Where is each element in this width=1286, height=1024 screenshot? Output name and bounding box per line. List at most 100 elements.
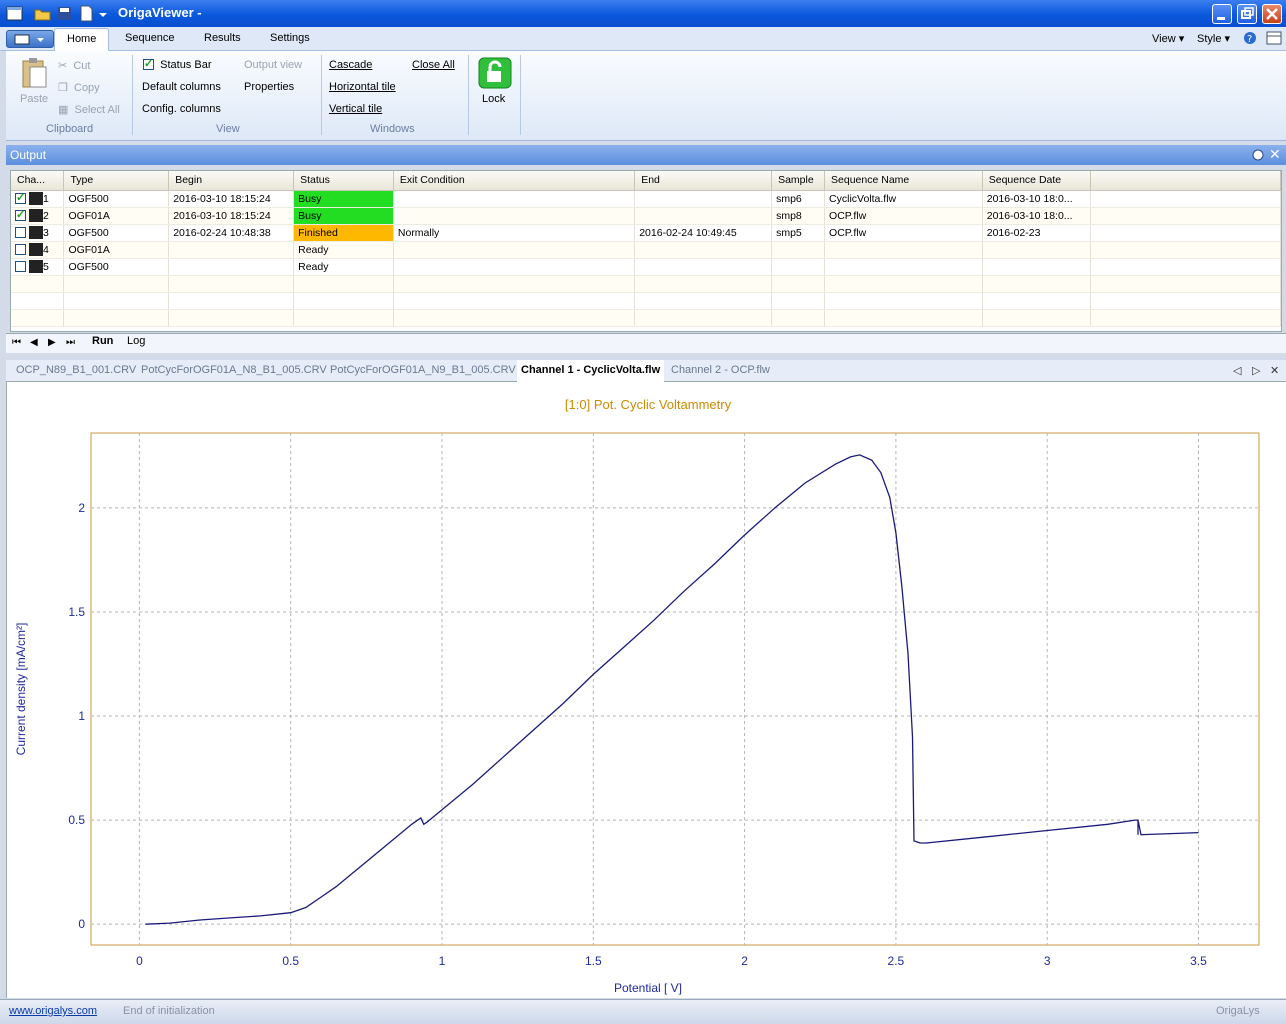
- tab-home[interactable]: Home: [54, 28, 110, 52]
- channel-checkbox[interactable]: [15, 244, 26, 255]
- table-row[interactable]: [11, 309, 1282, 327]
- column-header-exit-condition[interactable]: Exit Condition: [393, 171, 636, 191]
- save-icon[interactable]: [56, 5, 73, 22]
- sheet-tab-bar: ⏮ ◀ ▶ ⏭ Run Log: [6, 333, 1286, 353]
- channel-checkbox[interactable]: [15, 208, 26, 221]
- cell-status: [293, 275, 394, 293]
- column-header-channel[interactable]: Cha...: [11, 171, 65, 191]
- ribbon-tab-bar: Home Sequence Results Settings View ▾ St…: [0, 27, 1286, 52]
- cell-end: [634, 207, 773, 225]
- cell-end: [634, 275, 773, 293]
- doc-tab-channel-1[interactable]: Channel 1 - CyclicVolta.flw: [517, 360, 665, 382]
- cyclic-voltammetry-chart[interactable]: [1:0] Pot. Cyclic Voltammetry 0 0.5 1 1.5 2 2…: [7, 382, 1285, 998]
- status-bar-label: Status Bar: [160, 59, 212, 71]
- close-window-button[interactable]: [1262, 4, 1282, 24]
- app-icon[interactable]: [6, 5, 23, 22]
- channels-grid: Cha... Type Begin Status Exit Condition …: [10, 170, 1282, 332]
- table-row[interactable]: [11, 275, 1282, 293]
- open-folder-icon[interactable]: [34, 5, 51, 22]
- quick-access-dropdown-icon[interactable]: [98, 5, 108, 22]
- doc-tab-ocp-n89[interactable]: OCP_N89_B1_001.CRV: [16, 364, 136, 376]
- cell-channel: [11, 309, 65, 327]
- doc-tab-potcyc-n8[interactable]: PotCycForOGF01A_N8_B1_005.CRV: [141, 364, 327, 376]
- copy-button[interactable]: ❐ Copy: [58, 81, 100, 94]
- column-header-begin[interactable]: Begin: [168, 171, 295, 191]
- column-header-sample[interactable]: Sample: [771, 171, 826, 191]
- last-sheet-icon[interactable]: ⏭: [66, 337, 75, 348]
- lock-icon[interactable]: [478, 57, 512, 92]
- copy-label: Copy: [74, 82, 100, 94]
- cell-filler: [1090, 224, 1282, 242]
- pin-icon[interactable]: [1251, 148, 1265, 165]
- chart-pane: [1:0] Pot. Cyclic Voltammetry 0 0.5 1 1.5 2 2…: [6, 382, 1286, 998]
- cascade-button[interactable]: Cascade: [329, 59, 372, 71]
- view-menu[interactable]: View ▾: [1152, 32, 1184, 45]
- ribbon-home-panel: Paste ✂ Cut ❐ Copy ▦ Select All Clipboar…: [6, 51, 1286, 141]
- output-panel-header: Output ✕: [6, 145, 1286, 165]
- tab-sequence[interactable]: Sequence: [125, 32, 175, 44]
- output-view-button[interactable]: Output view: [244, 59, 302, 71]
- cell-status: [293, 309, 394, 327]
- new-document-icon[interactable]: [78, 5, 95, 22]
- cell-sequence-name: [824, 258, 983, 276]
- restore-button[interactable]: [1237, 4, 1257, 24]
- channel-number: 4: [43, 244, 49, 256]
- next-sheet-icon[interactable]: ▶: [48, 337, 56, 348]
- first-sheet-icon[interactable]: ⏮: [12, 337, 21, 348]
- output-panel-title: Output: [10, 148, 47, 162]
- cell-type: OGF500: [63, 258, 170, 276]
- minimize-button[interactable]: [1212, 4, 1232, 24]
- tab-results[interactable]: Results: [204, 32, 241, 44]
- table-row[interactable]: 4 OGF01A Ready: [11, 241, 1282, 259]
- vertical-tile-button[interactable]: Vertical tile: [329, 103, 382, 115]
- config-columns-button[interactable]: Config. columns: [142, 103, 221, 115]
- default-columns-button[interactable]: Default columns: [142, 81, 221, 93]
- horizontal-tile-button[interactable]: Horizontal tile: [329, 81, 396, 93]
- doc-tab-potcyc-n9[interactable]: PotCycForOGF01A_N9_B1_005.CRV: [330, 364, 516, 376]
- window-title: OrigaViewer -: [118, 5, 202, 20]
- x-tick-label: 2.5: [888, 954, 905, 968]
- cell-type: [63, 275, 170, 293]
- help-icon[interactable]: ?: [1243, 31, 1257, 48]
- sheet-tab-run[interactable]: Run: [92, 335, 113, 347]
- column-header-status[interactable]: Status: [293, 171, 394, 191]
- lock-button[interactable]: Lock: [482, 93, 505, 105]
- table-row[interactable]: [11, 292, 1282, 310]
- channel-checkbox[interactable]: [15, 261, 26, 272]
- table-row[interactable]: 3 OGF500 2016-02-24 10:48:38 Finished Normal…: [11, 224, 1282, 242]
- cell-sample: smp6: [771, 190, 826, 208]
- properties-button[interactable]: Properties: [244, 81, 294, 93]
- status-bar-checkbox[interactable]: Status Bar: [143, 57, 212, 71]
- column-header-end[interactable]: End: [634, 171, 773, 191]
- select-all-button[interactable]: ▦ Select All: [58, 103, 120, 116]
- close-output-icon[interactable]: ✕: [1269, 147, 1281, 163]
- cut-button[interactable]: ✂ Cut: [58, 59, 90, 72]
- table-row[interactable]: 5 OGF500 Ready: [11, 258, 1282, 276]
- cell-end: 2016-02-24 10:49:45: [634, 224, 773, 242]
- cell-status: Ready: [293, 258, 394, 276]
- channel-checkbox[interactable]: [15, 191, 26, 204]
- status-bar: www.origalys.com End of initialization O…: [0, 999, 1286, 1024]
- website-link[interactable]: www.origalys.com: [9, 1005, 97, 1017]
- table-row[interactable]: 2 OGF01A2016-03-10 18:15:24Busy smp8OCP.fl…: [11, 207, 1282, 225]
- close-all-button[interactable]: Close All: [412, 59, 455, 71]
- table-row[interactable]: 1 OGF5002016-03-10 18:15:24Busy smp6Cyclic…: [11, 190, 1282, 208]
- previous-sheet-icon[interactable]: ◀: [30, 337, 38, 348]
- column-header-type[interactable]: Type: [63, 171, 170, 191]
- column-header-sequence-date[interactable]: Sequence Date: [982, 171, 1091, 191]
- sheet-tab-log[interactable]: Log: [127, 335, 145, 347]
- application-menu-button[interactable]: [6, 30, 54, 48]
- cell-end: [634, 258, 773, 276]
- scroll-tabs-left-icon[interactable]: ◁: [1233, 364, 1241, 377]
- paste-button[interactable]: Paste: [20, 93, 48, 105]
- scroll-tabs-right-icon[interactable]: ▷: [1252, 364, 1260, 377]
- doc-tab-channel-2[interactable]: Channel 2 - OCP.flw: [671, 364, 770, 376]
- window-layout-icon[interactable]: [1266, 31, 1282, 48]
- y-tick-label: 1.5: [68, 605, 85, 619]
- channel-checkbox[interactable]: [15, 227, 26, 238]
- x-tick-label: 3: [1044, 954, 1051, 968]
- style-menu[interactable]: Style ▾: [1197, 32, 1230, 45]
- close-document-icon[interactable]: ✕: [1270, 364, 1279, 377]
- tab-settings[interactable]: Settings: [270, 32, 310, 44]
- column-header-sequence-name[interactable]: Sequence Name: [824, 171, 983, 191]
